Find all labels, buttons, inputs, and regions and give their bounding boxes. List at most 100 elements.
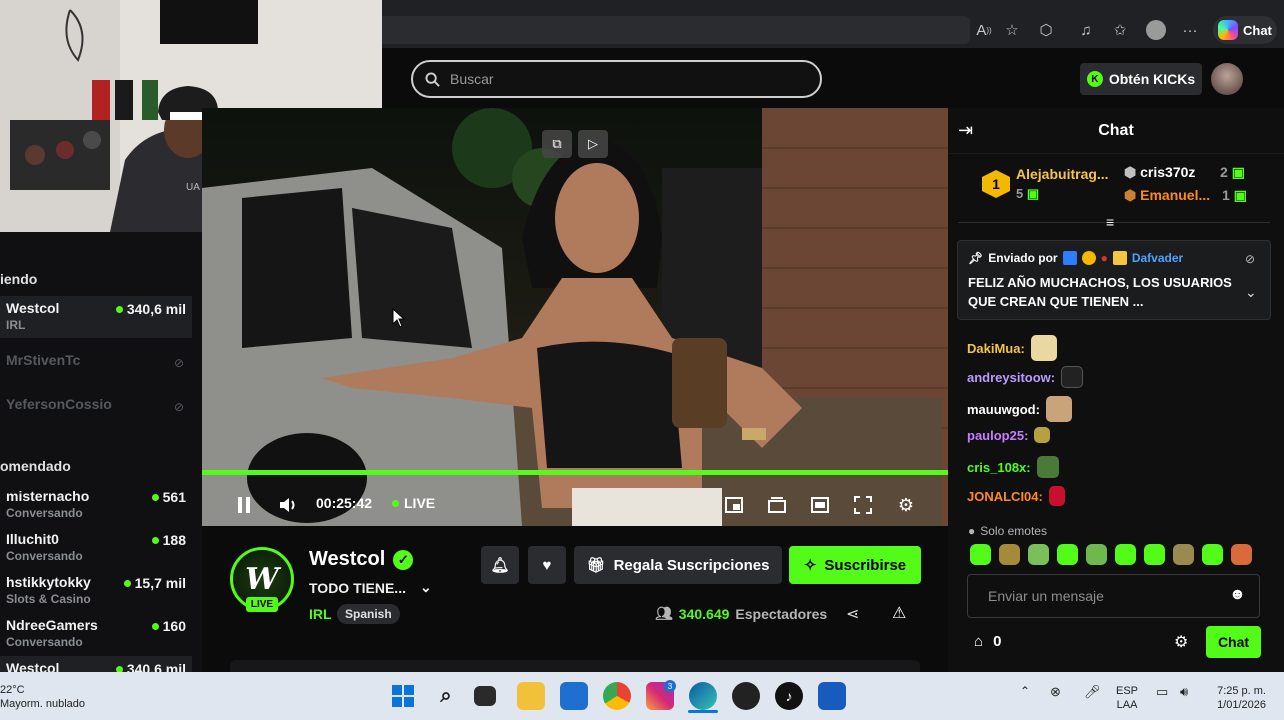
more-menu-icon[interactable]: ··· bbox=[1178, 18, 1202, 42]
emote-icon[interactable] bbox=[1057, 544, 1078, 565]
sidebar-item-illuchit0[interactable]: Illuchit0 Conversando 188 bbox=[0, 527, 192, 569]
extensions-icon[interactable]: ⬡ bbox=[1034, 18, 1058, 42]
svg-text:UA: UA bbox=[186, 182, 200, 193]
chrome-icon[interactable] bbox=[603, 682, 631, 710]
profile-icon[interactable] bbox=[1144, 18, 1168, 42]
pause-icon[interactable] bbox=[232, 493, 256, 517]
sidebar-item-misternacho[interactable]: misternacho Conversando 561 bbox=[0, 484, 192, 526]
search-input[interactable]: Buscar bbox=[411, 60, 822, 98]
about-panel-edge bbox=[230, 660, 920, 672]
category-link[interactable]: IRL bbox=[309, 606, 332, 622]
share-icon[interactable]: ⋖ bbox=[846, 604, 859, 624]
copilot-chat-button[interactable]: Chat bbox=[1213, 16, 1277, 44]
display-icon[interactable]: ▭ bbox=[1156, 684, 1168, 700]
sidebar-item-name: YefersonCossio bbox=[6, 396, 112, 412]
fullscreen-icon[interactable] bbox=[851, 493, 875, 517]
emote-icon[interactable] bbox=[1028, 544, 1049, 565]
obtain-kicks-button[interactable]: K Obtén KICKs bbox=[1080, 63, 1202, 95]
emoji-picker-icon[interactable]: ☻ bbox=[1229, 586, 1246, 604]
search-icon[interactable]: ⌕ bbox=[432, 682, 460, 710]
favorites-icon[interactable]: ✩ bbox=[1108, 18, 1132, 42]
theater-mode-icon[interactable] bbox=[808, 493, 832, 517]
volume-icon[interactable] bbox=[276, 493, 300, 517]
subscribe-label: Suscribirse bbox=[824, 556, 907, 574]
live-progress-bar[interactable] bbox=[202, 470, 948, 475]
pinned-sender[interactable]: Dafvader bbox=[1132, 251, 1183, 265]
chevron-down-icon[interactable]: ⌄ bbox=[420, 579, 432, 596]
subscribe-button[interactable]: ✧ Suscribirse bbox=[789, 546, 921, 584]
chat-username[interactable]: andreysitoow: bbox=[967, 370, 1055, 385]
edge-icon[interactable] bbox=[689, 682, 717, 710]
chevron-down-icon[interactable]: ⌄ bbox=[1245, 284, 1257, 301]
sidebar-item-mrstiventc[interactable]: MrStivenTc ⊘ bbox=[0, 348, 192, 390]
address-bar[interactable] bbox=[380, 16, 970, 44]
chat-username[interactable]: paulop25: bbox=[967, 428, 1028, 443]
file-explorer-icon[interactable] bbox=[517, 682, 545, 710]
task-view-icon[interactable] bbox=[474, 686, 496, 706]
chat-username[interactable]: cris_108x: bbox=[967, 460, 1031, 475]
store-icon[interactable] bbox=[560, 682, 588, 710]
clock[interactable]: 7:25 p. m. 1/01/2026 bbox=[1210, 684, 1266, 712]
viewer-count-label: Espectadores bbox=[735, 605, 828, 622]
sidebar-item-ndreegamers[interactable]: NdreeGamers Conversando 160 bbox=[0, 613, 192, 655]
obs-icon[interactable] bbox=[732, 682, 760, 710]
collapse-chat-icon[interactable]: ⇥ bbox=[958, 120, 973, 141]
network-icon[interactable]: ⊗ bbox=[1050, 684, 1061, 700]
microphone-icon[interactable]: 🎤︎ bbox=[1084, 684, 1101, 700]
emote-icon[interactable] bbox=[1086, 544, 1107, 565]
leaderboard-third[interactable]: ⬢ Emanuel... bbox=[1124, 187, 1210, 204]
user-avatar[interactable] bbox=[1211, 63, 1243, 95]
count-value: 1 bbox=[1222, 187, 1230, 203]
chat-settings-gear-icon[interactable]: ⚙ bbox=[1174, 632, 1188, 652]
sidebar-item-yefersoncossio[interactable]: YefersonCossio ⊘ bbox=[0, 392, 192, 434]
leaderboard-first-name[interactable]: Alejabuitrag... bbox=[1016, 166, 1109, 182]
chat-username[interactable]: DakiMua: bbox=[967, 341, 1025, 356]
viewer-count-value: 340.649 bbox=[678, 605, 730, 622]
gift-subscriptions-button[interactable]: 🎁︎ Regala Suscripciones bbox=[574, 546, 782, 584]
channel-name[interactable]: Westcol bbox=[309, 548, 385, 571]
gift-icon: ▣ bbox=[1233, 187, 1247, 203]
volume-icon[interactable]: 🔊︎ bbox=[1180, 684, 1188, 700]
emote-icon[interactable] bbox=[970, 544, 991, 565]
media-control-icon[interactable]: ♫ bbox=[1074, 18, 1098, 42]
weather-widget[interactable]: 22°C Mayorm. nublado bbox=[0, 683, 85, 711]
emote-icon[interactable] bbox=[1231, 544, 1252, 565]
leaderboard-second[interactable]: ⬢ cris370z bbox=[1124, 164, 1195, 181]
report-warning-icon[interactable]: ⚠ bbox=[892, 603, 906, 623]
windows-start-icon[interactable] bbox=[389, 682, 417, 710]
follow-heart-button[interactable]: ♥ bbox=[528, 546, 566, 584]
favorite-star-icon[interactable]: ☆ bbox=[1000, 18, 1024, 42]
theater-icon[interactable]: ⧉ bbox=[542, 130, 572, 158]
emote-icon[interactable] bbox=[1202, 544, 1223, 565]
outlook-icon[interactable] bbox=[818, 682, 846, 710]
clip-camera-icon[interactable] bbox=[765, 493, 789, 517]
tiktok-icon[interactable]: ♪ bbox=[775, 682, 803, 710]
expand-leaderboard-icon[interactable]: ≡ bbox=[1106, 214, 1114, 230]
language-tag[interactable]: Spanish bbox=[337, 604, 400, 624]
notification-bell-button[interactable]: 🔔︎ bbox=[481, 546, 519, 584]
chat-username[interactable]: JONALCI04: bbox=[967, 489, 1043, 504]
stream-title: TODO TIENE... bbox=[309, 579, 406, 596]
chat-username[interactable]: mauuwgod: bbox=[967, 402, 1040, 417]
video-player[interactable] bbox=[202, 108, 948, 526]
settings-gear-icon[interactable]: ⚙ bbox=[894, 493, 918, 517]
read-aloud-icon[interactable]: A)) bbox=[972, 18, 996, 42]
chat-message-input[interactable]: Enviar un mensaje bbox=[967, 574, 1260, 618]
kicks-balance[interactable]: ⌂ 0 bbox=[974, 633, 1001, 650]
stream-title-row[interactable]: TODO TIENE... ⌄ bbox=[309, 579, 432, 596]
input-language[interactable]: ESP LAA bbox=[1116, 684, 1138, 712]
emote-icon[interactable] bbox=[999, 544, 1020, 565]
pinned-message[interactable]: 📌︎ Enviado por ● Dafvader FELIZ AÑO MUCH… bbox=[957, 240, 1271, 320]
emote-icon[interactable] bbox=[1173, 544, 1194, 565]
miniplayer-icon[interactable] bbox=[722, 493, 746, 517]
sidebar-item-westcol[interactable]: Westcol IRL 340,6 mil bbox=[0, 296, 192, 338]
sidebar-item-hstikkytokky[interactable]: hstikkytokky Slots & Casino 15,7 mil bbox=[0, 570, 192, 612]
chevron-up-icon[interactable]: ⌃ bbox=[1020, 684, 1030, 698]
emote-icon[interactable] bbox=[1144, 544, 1165, 565]
chat-send-button[interactable]: Chat bbox=[1206, 626, 1261, 658]
heart-icon: ♥ bbox=[542, 556, 552, 574]
emote-icon[interactable] bbox=[1115, 544, 1136, 565]
unpin-icon[interactable]: ⊘ bbox=[1245, 252, 1255, 266]
clip-icon[interactable]: ▷ bbox=[578, 130, 608, 158]
sidebar-item-westcol-recommended[interactable]: Westcol 340,6 mil bbox=[0, 656, 192, 672]
